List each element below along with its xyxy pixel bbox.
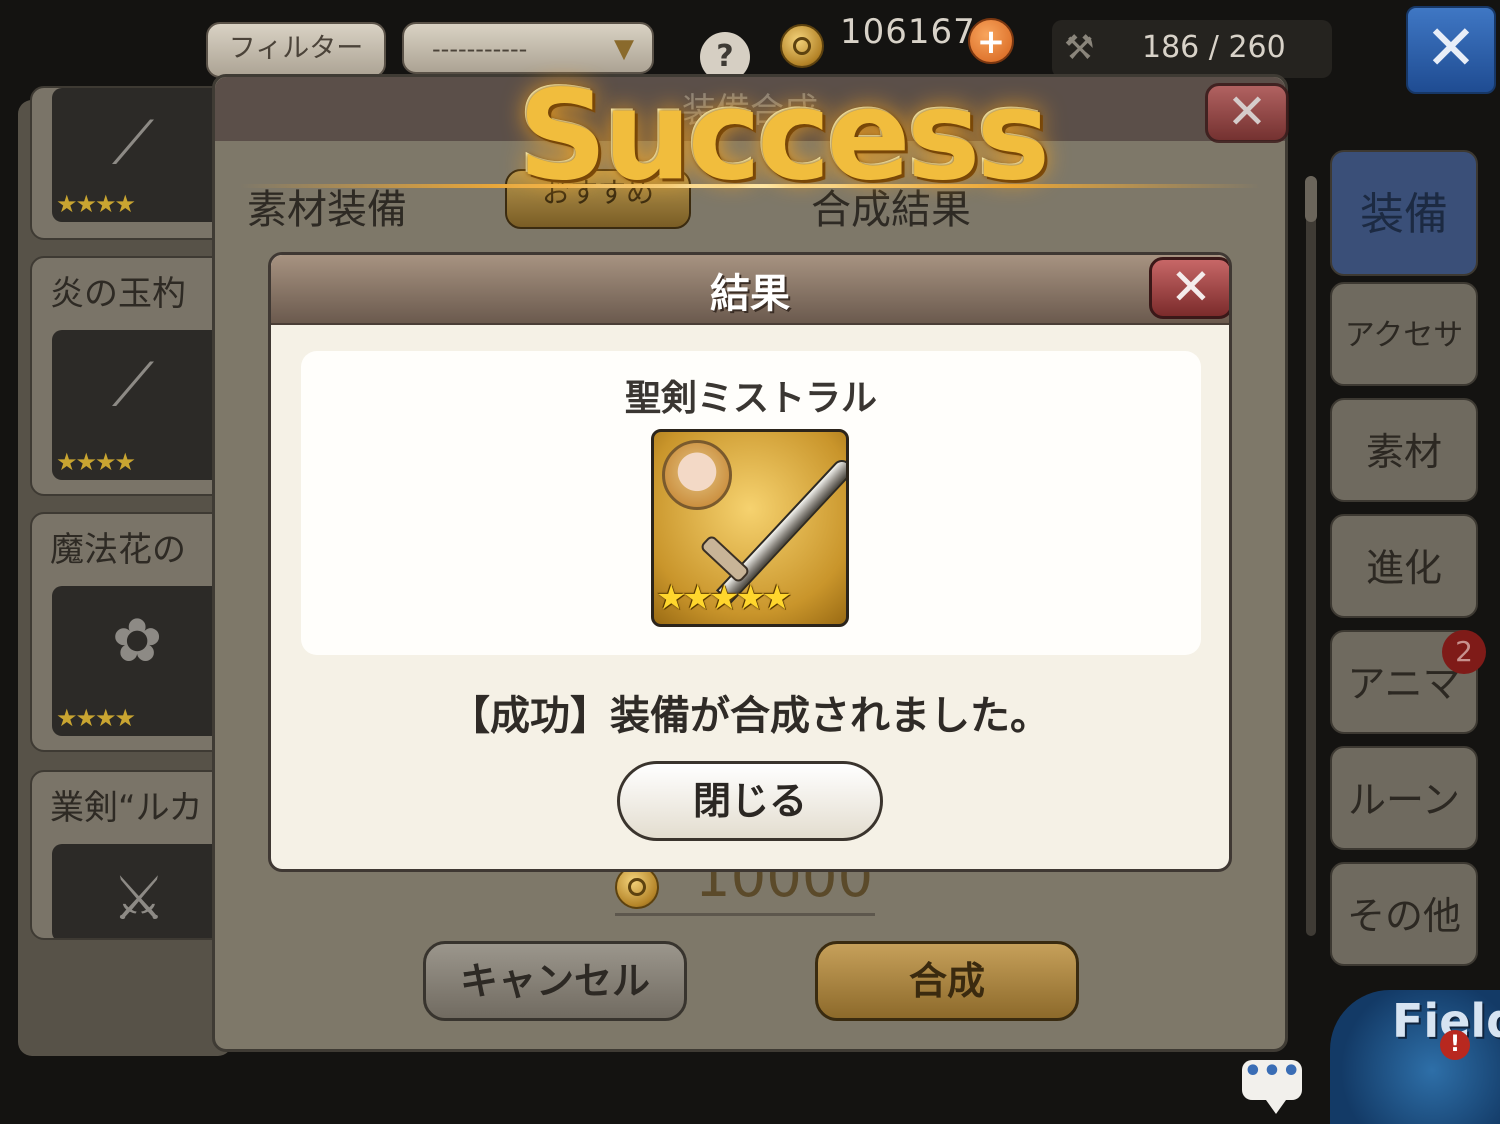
tab-anima-label: アニマ [1347, 662, 1461, 706]
inventory-capacity: ⚒ 186 / 260 [1052, 20, 1332, 78]
tab-equipment[interactable]: 装備 [1330, 150, 1478, 276]
item-name: 炎の玉杓 [50, 274, 186, 314]
result-item-icon: ★★★★★ [651, 429, 849, 627]
success-banner: Success [518, 64, 1050, 208]
list-item[interactable]: ⟋ ★★★★ [30, 86, 230, 240]
synthesis-close-button[interactable]: ✕ [1205, 83, 1289, 143]
result-message: 【成功】装備が合成されました。 [450, 693, 1050, 739]
add-coins-button[interactable]: + [968, 18, 1014, 64]
close-dialog-button[interactable]: 閉じる [617, 761, 883, 841]
coin-icon [780, 24, 824, 68]
axe-icon: ⚒ [1064, 28, 1095, 68]
tab-evolution[interactable]: 進化 [1330, 514, 1478, 618]
notification-badge: ! [1440, 1030, 1470, 1060]
sword-guard [699, 534, 751, 584]
rarity-stars: ★★★★★ [656, 578, 792, 618]
synthesize-button[interactable]: 合成 [815, 941, 1079, 1021]
item-name: 魔法花の [50, 530, 186, 570]
ladle-icon: ⟋ [112, 350, 154, 420]
result-close-button[interactable]: ✕ [1149, 257, 1229, 319]
sword-icon: ⚔ [112, 864, 166, 934]
coin-count: 106167 [840, 12, 976, 52]
flower-staff-icon: ✿ [112, 606, 163, 676]
list-item[interactable]: 炎の玉杓 ⟋ ★★★★ [30, 256, 230, 496]
result-title: 結果 [710, 271, 790, 317]
item-thumbnail: ⟋ ★★★★ [52, 330, 228, 480]
result-item-card: 聖剣ミストラル ★★★★★ [301, 351, 1201, 655]
result-dialog: 結果 ✕ 聖剣ミストラル ★★★★★ 【成功】装備が合成されました。 閉じる [268, 252, 1232, 872]
tab-rune[interactable]: ルーン [1330, 746, 1478, 850]
tab-accessory[interactable]: アクセサリ [1330, 282, 1478, 457]
list-item[interactable]: 魔法花の ✿ ★★★★ [30, 512, 230, 752]
list-item[interactable]: 業剣“ルカ ⚔ [30, 770, 230, 940]
item-stars: ★★★★ [56, 704, 136, 732]
result-item-name: 聖剣ミストラル [624, 378, 877, 419]
scrollbar-thumb[interactable] [1305, 176, 1317, 222]
item-stars: ★★★★ [56, 190, 136, 218]
notification-badge: 2 [1442, 630, 1486, 674]
field-button[interactable]: Field ! [1330, 990, 1500, 1124]
character-portrait-icon [662, 440, 732, 510]
tab-material[interactable]: 素材 [1330, 398, 1478, 502]
filter-button[interactable]: フィルター [206, 22, 386, 78]
close-screen-button[interactable]: ✕ [1406, 6, 1496, 94]
divider [615, 913, 875, 916]
result-header: 結果 [271, 255, 1229, 325]
item-thumbnail: ✿ ★★★★ [52, 586, 228, 736]
item-name: 業剣“ルカ [50, 788, 203, 828]
filter-dropdown-value: ----------- [432, 35, 528, 63]
capacity-text: 186 / 260 [1142, 30, 1286, 65]
item-thumbnail: ⟋ ★★★★ [52, 88, 228, 222]
item-stars: ★★★★ [56, 448, 136, 476]
tab-other[interactable]: その他 [1330, 862, 1478, 966]
scrollbar[interactable] [1306, 176, 1316, 936]
scroll-icon: ⟋ [112, 108, 154, 178]
item-thumbnail: ⚔ [52, 844, 228, 938]
cancel-button[interactable]: キャンセル [423, 941, 687, 1021]
tab-anima[interactable]: アニマ 2 [1330, 630, 1486, 734]
chat-button[interactable]: ••• [1242, 1057, 1302, 1114]
